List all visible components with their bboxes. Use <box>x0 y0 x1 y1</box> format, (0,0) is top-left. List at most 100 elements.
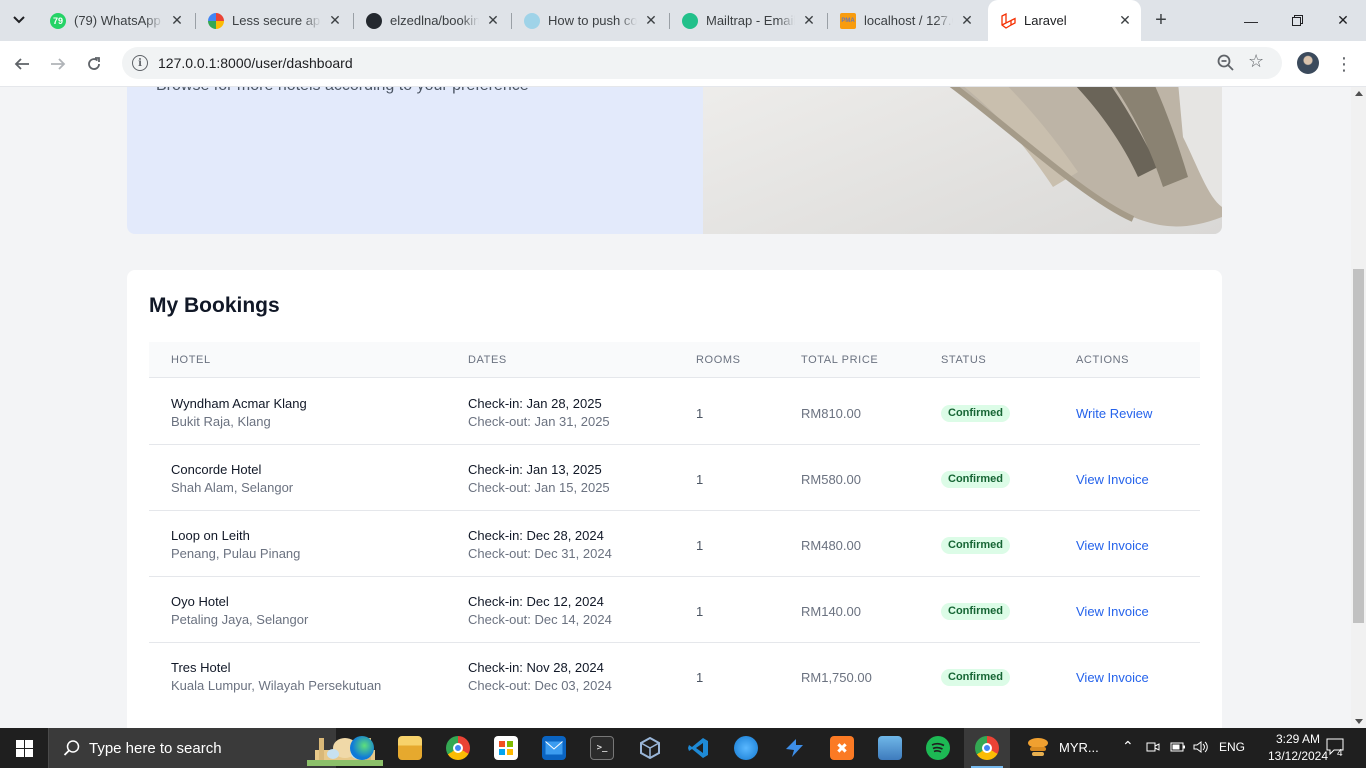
view-invoice-link[interactable]: View Invoice <box>1076 538 1149 553</box>
page-scrollbar[interactable] <box>1351 87 1366 728</box>
browser-tab-bar: 79 (79) WhatsApp ✕ Less secure apps ✕ el… <box>0 0 1366 41</box>
view-invoice-link[interactable]: View Invoice <box>1076 472 1149 487</box>
close-icon[interactable]: ✕ <box>1117 12 1133 29</box>
scroll-up-arrow-icon[interactable] <box>1355 91 1363 96</box>
bookings-title: My Bookings <box>149 294 280 317</box>
profile-avatar[interactable] <box>1297 52 1319 74</box>
status-badge: Confirmed <box>941 471 1010 488</box>
my-bookings-card: My Bookings Hotel Dates Rooms Total Pric… <box>127 270 1222 728</box>
status-badge: Confirmed <box>941 669 1010 686</box>
site-info-icon[interactable]: i <box>132 55 148 71</box>
terminal-icon[interactable]: >_ <box>590 736 614 760</box>
tab-mailtrap[interactable]: Mailtrap - Email ✕ <box>670 8 825 33</box>
checkout-date: Check-out: Dec 31, 2024 <box>468 546 612 561</box>
checkin-date: Check-in: Jan 13, 2025 <box>468 462 602 477</box>
close-icon[interactable]: ✕ <box>643 12 659 29</box>
total-price: RM140.00 <box>801 604 861 619</box>
back-arrow-icon[interactable] <box>8 50 36 78</box>
tab-search-chevron-icon[interactable] <box>6 7 32 33</box>
windows-taskbar: Type here to search >_ ✖ MYR... ⌃ ENG 3:… <box>0 728 1366 768</box>
notification-center-icon[interactable] <box>1326 738 1346 759</box>
mail-icon[interactable] <box>542 736 566 760</box>
start-button[interactable] <box>0 728 48 768</box>
weather-label[interactable]: MYR... <box>1059 740 1099 755</box>
notification-count: 4 <box>1337 748 1343 759</box>
virtualbox-icon[interactable] <box>638 736 662 760</box>
hotel-location: Penang, Pulau Pinang <box>171 546 301 561</box>
browser-icon[interactable] <box>734 736 758 760</box>
hero-banner: Browse for more hotels according to your… <box>127 87 1222 234</box>
tab-phpmyadmin[interactable]: PMA localhost / 127.0 ✕ <box>828 8 983 33</box>
column-header-actions: Actions <box>1076 354 1130 366</box>
tab-how-to-push[interactable]: How to push code ✕ <box>512 8 667 33</box>
column-header-total-price: Total Price <box>801 354 879 366</box>
window-close-icon[interactable]: ✕ <box>1320 0 1366 41</box>
bookmark-star-icon[interactable]: ☆ <box>1248 51 1264 72</box>
table-row: Concorde Hotel Shah Alam, Selangor Check… <box>149 445 1200 511</box>
phpmyadmin-icon: PMA <box>840 12 856 29</box>
language-indicator[interactable]: ENG <box>1219 740 1245 754</box>
tab-whatsapp[interactable]: 79 (79) WhatsApp ✕ <box>38 8 193 33</box>
write-review-link[interactable]: Write Review <box>1076 406 1152 421</box>
tab-github[interactable]: elzedlna/booking ✕ <box>354 8 509 33</box>
chrome-icon[interactable] <box>446 736 470 760</box>
close-icon[interactable]: ✕ <box>327 12 343 29</box>
hotel-location: Kuala Lumpur, Wilayah Persekutuan <box>171 678 382 693</box>
room-count: 1 <box>696 604 704 619</box>
xampp-icon[interactable]: ✖ <box>830 736 854 760</box>
meet-now-icon[interactable] <box>1146 740 1160 757</box>
spotify-icon[interactable] <box>926 736 950 760</box>
taskbar-clock[interactable]: 3:29 AM 13/12/2024 <box>1266 731 1330 765</box>
view-invoice-link[interactable]: View Invoice <box>1076 670 1149 685</box>
store-icon[interactable] <box>494 736 518 760</box>
file-explorer-icon[interactable] <box>398 736 422 760</box>
weather-icon[interactable] <box>1026 736 1050 760</box>
close-icon[interactable]: ✕ <box>169 12 185 29</box>
table-row: Wyndham Acmar Klang Bukit Raja, Klang Ch… <box>149 379 1200 445</box>
tab-title: (79) WhatsApp <box>74 13 161 28</box>
taskbar-search-box[interactable]: Type here to search <box>48 728 383 768</box>
zoom-icon[interactable] <box>1216 53 1236 73</box>
chrome-profile-icon[interactable] <box>971 736 1003 768</box>
column-header-hotel: Hotel <box>171 354 211 366</box>
scroll-down-arrow-icon[interactable] <box>1355 719 1363 724</box>
view-invoice-link[interactable]: View Invoice <box>1076 604 1149 619</box>
close-icon[interactable]: ✕ <box>801 12 817 29</box>
restore-icon[interactable] <box>1274 0 1320 41</box>
tab-google[interactable]: Less secure apps ✕ <box>196 8 351 33</box>
reload-icon[interactable] <box>80 50 108 78</box>
tray-chevron-up-icon[interactable]: ⌃ <box>1122 738 1134 755</box>
scrollbar-thumb[interactable] <box>1353 269 1364 623</box>
battery-icon[interactable] <box>1170 740 1186 757</box>
close-icon[interactable]: ✕ <box>485 12 501 29</box>
status-badge: Confirmed <box>941 405 1010 422</box>
checkin-date: Check-in: Dec 12, 2024 <box>468 594 604 609</box>
close-icon[interactable]: ✕ <box>959 12 975 29</box>
hero-pillow-image <box>703 87 1222 234</box>
url-text[interactable]: 127.0.0.1:8000/user/dashboard <box>158 55 353 71</box>
arrow-app-icon[interactable] <box>782 736 806 760</box>
checkin-date: Check-in: Nov 28, 2024 <box>468 660 604 675</box>
hotel-name: Concorde Hotel <box>171 462 262 477</box>
edge-icon[interactable] <box>350 736 374 760</box>
forward-arrow-icon[interactable] <box>44 50 72 78</box>
whatsapp-icon: 79 <box>50 12 66 29</box>
tab-laravel-active[interactable]: Laravel ✕ <box>988 0 1141 41</box>
vscode-icon[interactable] <box>686 736 710 760</box>
table-row: Oyo Hotel Petaling Jaya, Selangor Check-… <box>149 577 1200 643</box>
status-badge: Confirmed <box>941 537 1010 554</box>
hotel-name: Wyndham Acmar Klang <box>171 396 307 411</box>
photos-icon[interactable] <box>878 736 902 760</box>
more-menu-icon[interactable]: ⋮ <box>1334 50 1354 78</box>
minimize-icon[interactable]: — <box>1228 0 1274 41</box>
page-viewport: Browse for more hotels according to your… <box>0 87 1351 728</box>
volume-icon[interactable] <box>1193 740 1209 757</box>
checkin-date: Check-in: Dec 28, 2024 <box>468 528 604 543</box>
checkout-date: Check-out: Dec 03, 2024 <box>468 678 612 693</box>
address-bar[interactable]: i 127.0.0.1:8000/user/dashboard ☆ <box>122 47 1282 79</box>
table-row: Tres Hotel Kuala Lumpur, Wilayah Perseku… <box>149 643 1200 709</box>
column-header-dates: Dates <box>468 354 507 366</box>
browser-toolbar: i 127.0.0.1:8000/user/dashboard ☆ ⋮ <box>0 41 1366 87</box>
room-count: 1 <box>696 406 704 421</box>
new-tab-plus-icon[interactable]: + <box>1150 9 1172 31</box>
